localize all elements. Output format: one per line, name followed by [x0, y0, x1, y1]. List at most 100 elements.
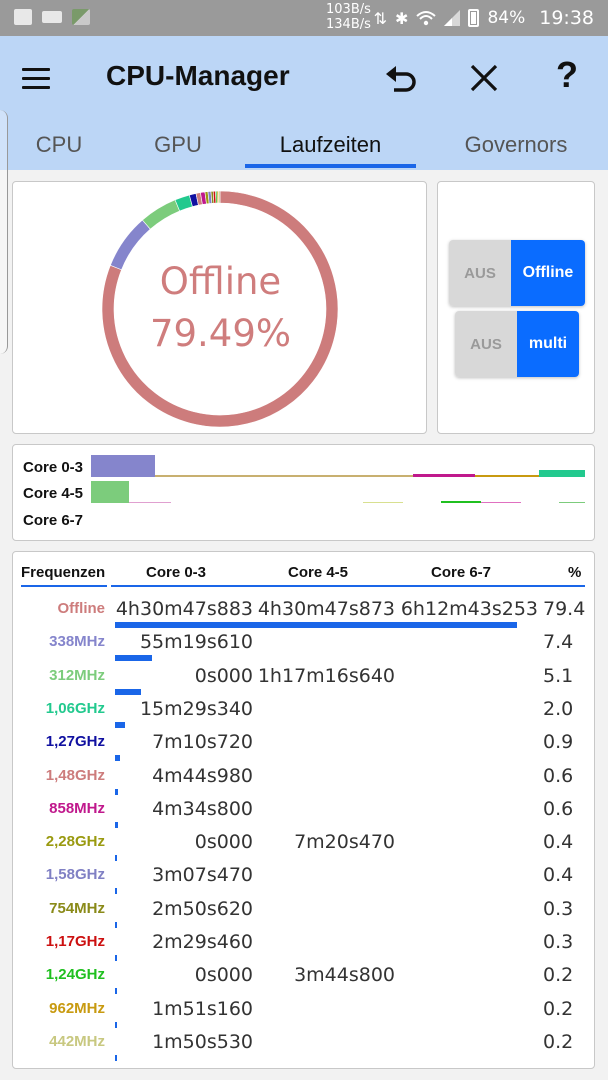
status-bar: 103B/s 134B/s ⇅ ✱ 84% 19:38: [0, 0, 608, 36]
battery-icon: [468, 9, 480, 27]
runtime-cell: 7m10s720: [152, 731, 253, 754]
frequency-label: 858MHz: [49, 799, 105, 817]
multi-toggle-on[interactable]: multi: [517, 311, 579, 377]
core4-segment-858mhz: [481, 502, 521, 503]
donut-slice: [141, 199, 181, 230]
runtime-cell: 0s000: [194, 831, 253, 854]
runtime-cell: 1m51s160: [152, 997, 253, 1020]
frequency-label: 1,24GHz: [45, 966, 105, 984]
core0-segment-106ghz: [539, 470, 585, 477]
menu-icon[interactable]: [22, 68, 50, 89]
core-label: Core 0-3: [23, 459, 84, 476]
core-bars-card: Core 0-3 Core 4-5 Core 6-7: [12, 444, 595, 541]
header-frequenzen: Frequenzen: [21, 564, 106, 581]
runtime-cell: 4h30m47s883: [115, 598, 253, 620]
percent-cell: 2.0: [543, 697, 574, 720]
offline-toggle-on[interactable]: Offline: [511, 240, 585, 306]
share-bar: [115, 622, 517, 628]
frequency-label: 442MHz: [49, 1032, 105, 1050]
runtime-cell: 2m29s460: [152, 931, 253, 953]
frequency-label: 1,58GHz: [45, 866, 105, 884]
percent-cell: 0.3: [543, 931, 574, 953]
active-tab-indicator: [245, 164, 416, 168]
share-bar: [115, 788, 119, 795]
multi-toggle-off[interactable]: AUS: [455, 311, 517, 377]
runtime-cell: 15m29s340: [139, 697, 253, 720]
table-row: 1,58GHz 3m07s470 0.4: [13, 862, 594, 895]
table-row: 1,48GHz 4m44s980 0.6: [13, 763, 594, 796]
runtime-cell: 4m44s980: [152, 764, 253, 787]
percent-cell: 0.4: [543, 864, 574, 887]
tab-laufzeiten[interactable]: Laufzeiten: [245, 132, 416, 158]
table-row: 2,28GHz 0s000 7m20s470 0.4: [13, 829, 594, 862]
percent-cell: 0.3: [543, 897, 574, 920]
help-icon[interactable]: ?: [556, 54, 578, 96]
core4-segment-312mhz-2: [559, 502, 585, 503]
table-row: 1,27GHz 7m10s720 0.9: [13, 729, 594, 762]
clock: 19:38: [539, 7, 594, 29]
share-bar: [115, 988, 117, 995]
drawer-edge: [0, 110, 8, 354]
core0-segment-962mhz: [475, 475, 539, 477]
frequency-label: 1,06GHz: [45, 699, 105, 717]
table-row: Offline 4h30m47s883 4h30m47s873 6h12m43s253…: [13, 596, 594, 629]
share-bar: [115, 688, 141, 695]
runtime-cell: 55m19s610: [139, 631, 253, 654]
bluetooth-icon: ✱: [395, 8, 409, 28]
runtime-cell: 7m20s470: [294, 831, 395, 854]
frequency-label: 338MHz: [49, 633, 105, 651]
frequency-label: 2,28GHz: [45, 833, 105, 851]
tab-gpu[interactable]: GPU: [140, 132, 216, 158]
header-underline: [21, 585, 107, 587]
undo-icon[interactable]: [384, 60, 420, 96]
percent-cell: 0.6: [543, 797, 574, 820]
offline-toggle-off[interactable]: AUS: [449, 240, 511, 306]
wifi-icon: [416, 11, 437, 26]
offline-toggle[interactable]: AUS Offline: [449, 240, 585, 306]
frequency-label: 1,27GHz: [45, 733, 105, 751]
close-icon[interactable]: [466, 60, 502, 96]
percent-cell: 0.2: [543, 964, 574, 987]
header-core-4-5: Core 4-5: [288, 564, 349, 581]
core0-segment-misc: [155, 475, 415, 477]
runtime-cell: 3m44s800: [294, 964, 395, 987]
frequency-label: Offline: [57, 600, 106, 617]
app-bar: CPU-Manager ? CPU GPU Laufzeiten Governo…: [0, 36, 608, 170]
image-icon: [14, 9, 32, 25]
table-row: 442MHz 1m50s530 0.2: [13, 1029, 594, 1062]
table-row: 1,06GHz 15m29s340 2.0: [13, 696, 594, 729]
header-core-6-7: Core 6-7: [431, 564, 492, 581]
tab-governors[interactable]: Governors: [448, 132, 584, 158]
percent-cell: 5.1: [543, 664, 574, 687]
net-up: 134B/s: [326, 17, 371, 32]
battery-percent: 84%: [487, 8, 526, 28]
donut-slice: [218, 190, 221, 204]
frequency-label: 962MHz: [49, 999, 105, 1017]
app-title: CPU-Manager: [106, 60, 290, 91]
share-bar: [115, 1054, 117, 1061]
runtime-table-card: Frequenzen Core 0-3 Core 4-5 Core 6-7 % …: [12, 551, 595, 1069]
donut-center-value: 79.49%: [149, 312, 292, 355]
share-bar: [115, 955, 117, 961]
core0-segment-338mhz: [91, 455, 155, 477]
core4-segment-312mhz: [91, 481, 129, 503]
header-underline: [111, 585, 585, 587]
share-bar: [115, 855, 118, 862]
percent-cell: 79.4: [543, 598, 586, 620]
header-core-0-3: Core 0-3: [146, 564, 207, 581]
tab-cpu[interactable]: CPU: [22, 132, 96, 158]
net-down: 103B/s: [326, 2, 371, 17]
percent-cell: 0.4: [543, 831, 574, 854]
runtime-cell: 2m50s620: [152, 897, 253, 920]
percent-cell: 0.9: [543, 731, 574, 754]
share-bar: [115, 755, 120, 762]
frequency-label: 754MHz: [49, 899, 105, 917]
percent-cell: 0.2: [543, 1030, 574, 1053]
header-percent: %: [568, 564, 582, 581]
donut-chart-card: Offline 79.49%: [12, 181, 427, 434]
runtime-cell: 4h30m47s873: [257, 598, 395, 620]
runtime-cell: 6h12m43s253: [400, 598, 538, 620]
multi-toggle[interactable]: AUS multi: [455, 311, 579, 377]
runtime-cell: 3m07s470: [152, 864, 253, 887]
table-row: 338MHz 55m19s610 7.4: [13, 629, 594, 662]
